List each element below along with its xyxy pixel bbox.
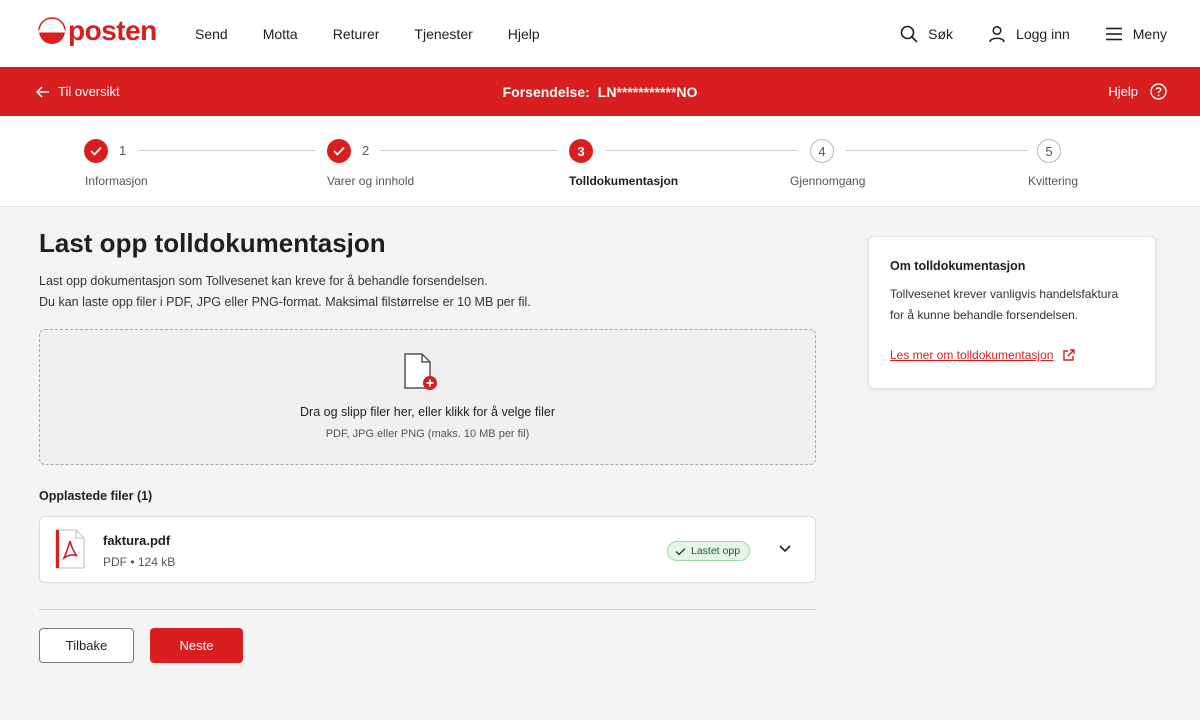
nav-link-send[interactable]: Send bbox=[195, 26, 228, 42]
step-4-label: Gjennomgang bbox=[790, 174, 866, 188]
help-button[interactable]: Hjelp bbox=[1108, 67, 1167, 116]
nav-link-motta[interactable]: Motta bbox=[263, 26, 298, 42]
section-divider bbox=[39, 609, 816, 610]
external-link-icon bbox=[1063, 348, 1076, 361]
search-button[interactable]: Søk bbox=[900, 25, 953, 43]
check-icon bbox=[675, 547, 686, 556]
step-2-check bbox=[327, 139, 351, 163]
file-add-icon bbox=[404, 353, 437, 390]
shipment-info: Forsendelse: LN***********NO bbox=[0, 67, 1200, 116]
description-line-1: Last opp dokumentasjon som Tollvesenet k… bbox=[39, 274, 488, 288]
hamburger-icon bbox=[1105, 27, 1122, 40]
read-more-label: Les mer om tolldokumentasjon bbox=[890, 348, 1054, 362]
upload-status-text: Lastet opp bbox=[691, 545, 741, 557]
top-navigation: posten Send Motta Returer Tjenester Hjel… bbox=[0, 0, 1200, 67]
back-to-overview-link[interactable]: Til oversikt bbox=[36, 67, 120, 116]
step-1-number: 1 bbox=[119, 143, 127, 158]
nav-link-returer[interactable]: Returer bbox=[333, 26, 380, 42]
shipment-id: LN***********NO bbox=[597, 83, 698, 100]
help-label: Hjelp bbox=[1108, 84, 1138, 99]
back-button[interactable]: Tilbake bbox=[39, 628, 134, 663]
nav-utility: Søk Logg inn Meny bbox=[865, 0, 1167, 67]
description-line-2: Du kan laste opp filer i PDF, JPG eller … bbox=[39, 295, 531, 309]
step-5-circle: 5 bbox=[1037, 139, 1061, 163]
login-button[interactable]: Logg inn bbox=[988, 25, 1070, 43]
next-button[interactable]: Neste bbox=[150, 628, 243, 663]
file-meta: PDF • 124 kB bbox=[103, 555, 176, 569]
file-dropzone[interactable]: Dra og slipp filer her, eller klikk for … bbox=[39, 329, 816, 465]
menu-button[interactable]: Meny bbox=[1105, 26, 1167, 42]
check-icon bbox=[333, 146, 345, 156]
info-card-body-2: for å kunne behandle forsendelsen. bbox=[890, 308, 1079, 322]
progress-stepper: 1 Informasjon 2 Varer og innhold 3 Tolld… bbox=[0, 116, 1200, 207]
arrow-left-icon bbox=[36, 85, 49, 98]
read-more-link[interactable]: Les mer om tolldokumentasjon bbox=[890, 348, 1076, 362]
check-icon bbox=[90, 146, 102, 156]
file-name: faktura.pdf bbox=[103, 533, 171, 548]
user-icon bbox=[989, 25, 1005, 42]
menu-label: Meny bbox=[1132, 25, 1167, 42]
step-2-label: Varer og innhold bbox=[327, 174, 415, 188]
pdf-icon bbox=[55, 529, 85, 569]
info-card-body-1: Tollvesenet krever vanligvis handelsfakt… bbox=[890, 287, 1119, 301]
uploaded-files-heading: Opplastede filer (1) bbox=[39, 489, 153, 503]
posten-logo[interactable]: posten bbox=[38, 16, 157, 46]
uploaded-file-row: faktura.pdf PDF • 124 kB Lastet opp bbox=[39, 516, 816, 583]
step-3-label: Tolldokumentasjon bbox=[569, 174, 679, 188]
page-title: Last opp tolldokumentasjon bbox=[39, 228, 386, 258]
search-icon bbox=[900, 25, 918, 42]
dropzone-sub-text: PDF, JPG eller PNG (maks. 10 MB per fil) bbox=[325, 428, 530, 440]
step-1-check bbox=[84, 139, 108, 163]
login-label: Logg inn bbox=[1016, 25, 1070, 42]
shipment-label: Forsendelse: bbox=[502, 83, 590, 100]
step-3-circle: 3 bbox=[569, 139, 593, 163]
logo-text: posten bbox=[68, 15, 157, 46]
step-5-label: Kvittering bbox=[1028, 174, 1079, 188]
step-4-circle: 4 bbox=[810, 139, 834, 163]
shipment-header-bar: Forsendelse: LN***********NO Til oversik… bbox=[0, 67, 1200, 116]
step-2-number: 2 bbox=[362, 143, 370, 158]
main-nav-links: Send Motta Returer Tjenester Hjelp bbox=[195, 0, 575, 67]
search-label: Søk bbox=[928, 25, 954, 42]
upload-status-badge: Lastet opp bbox=[667, 541, 751, 561]
nav-link-tjenester[interactable]: Tjenester bbox=[414, 26, 472, 42]
posten-logo-mark bbox=[38, 17, 66, 44]
info-card: Om tolldokumentasjon Tollvesenet krever … bbox=[868, 236, 1156, 389]
back-label: Til oversikt bbox=[58, 84, 120, 99]
info-card-title: Om tolldokumentasjon bbox=[890, 259, 1026, 273]
chevron-down-icon[interactable] bbox=[778, 544, 792, 554]
step-1-label: Informasjon bbox=[85, 174, 148, 188]
nav-link-hjelp[interactable]: Hjelp bbox=[508, 26, 540, 42]
dropzone-main-text: Dra og slipp filer her, eller klikk for … bbox=[300, 405, 555, 419]
question-circle-icon bbox=[1150, 83, 1167, 100]
